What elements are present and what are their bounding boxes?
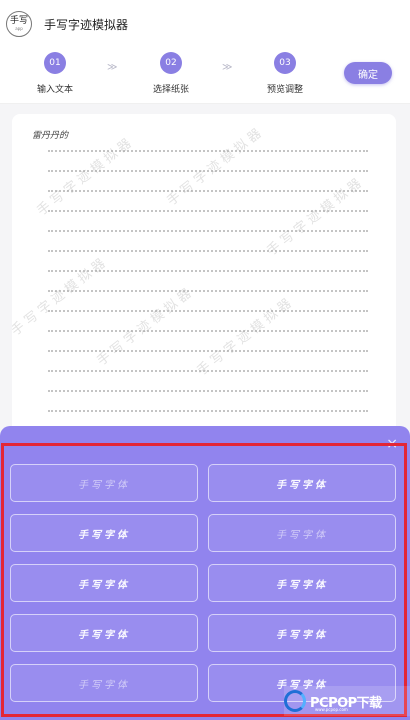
app-header: 手写 app 手写字迹模拟器 [0,0,410,48]
ruled-line [48,150,368,152]
font-option[interactable]: 手写字体 [208,614,396,652]
logo-text: 手写 [9,16,28,26]
step-number: 03 [274,52,296,74]
site-url: www.pcpop.com [315,707,348,712]
ruled-line [48,390,368,392]
app-logo: 手写 app [6,11,32,37]
step-choose-paper[interactable]: 02 选择纸张 [126,52,216,95]
step-label: 选择纸张 [152,85,189,95]
font-option[interactable]: 手写字体 [208,464,396,502]
site-logo-icon [284,690,306,712]
ruled-line [48,410,368,412]
ruled-line [48,330,368,332]
ruled-line [48,310,368,312]
logo-subtext: app [15,26,23,31]
step-number: 02 [160,52,182,74]
step-label: 输入文本 [36,85,73,95]
font-option[interactable]: 手写字体 [10,464,198,502]
ruled-line [48,190,368,192]
font-option[interactable]: 手写字体 [10,664,198,702]
close-icon[interactable]: × [386,436,398,452]
paper-preview: 雷丹丹的 手写字迹模拟器 手写字迹模拟器 手写字迹模拟器 手写字迹模拟器 手写字… [12,114,396,444]
font-option[interactable]: 手写字体 [10,564,198,602]
step-input-text[interactable]: 01 输入文本 [10,52,100,95]
site-watermark: PCPOP下载 www.pcpop.com [284,686,410,716]
step-arrow-icon: ≫ [222,62,233,73]
app-title: 手写字迹模拟器 [44,17,129,32]
font-grid: 手写字体 手写字体 手写字体 手写字体 手写字体 手写字体 手写字体 手写字体 … [10,464,398,702]
ruled-line [48,250,368,252]
step-label: 预览调整 [266,85,303,95]
font-option[interactable]: 手写字体 [208,564,396,602]
ruled-line [48,290,368,292]
font-option[interactable]: 手写字体 [208,514,396,552]
step-arrow-icon: ≫ [107,62,118,73]
font-option[interactable]: 手写字体 [10,614,198,652]
ruled-lines [48,150,368,444]
font-option[interactable]: 手写字体 [10,514,198,552]
ruled-line [48,230,368,232]
step-number: 01 [44,52,66,74]
paper-heading: 雷丹丹的 [32,131,69,141]
confirm-button[interactable]: 确定 [344,62,392,84]
preview-area: 雷丹丹的 手写字迹模拟器 手写字迹模拟器 手写字迹模拟器 手写字迹模拟器 手写字… [0,104,410,444]
step-preview-adjust[interactable]: 03 预览调整 [240,52,330,95]
font-selection-panel: × 手写字体 手写字体 手写字体 手写字体 手写字体 手写字体 手写字体 手写字… [0,426,410,720]
